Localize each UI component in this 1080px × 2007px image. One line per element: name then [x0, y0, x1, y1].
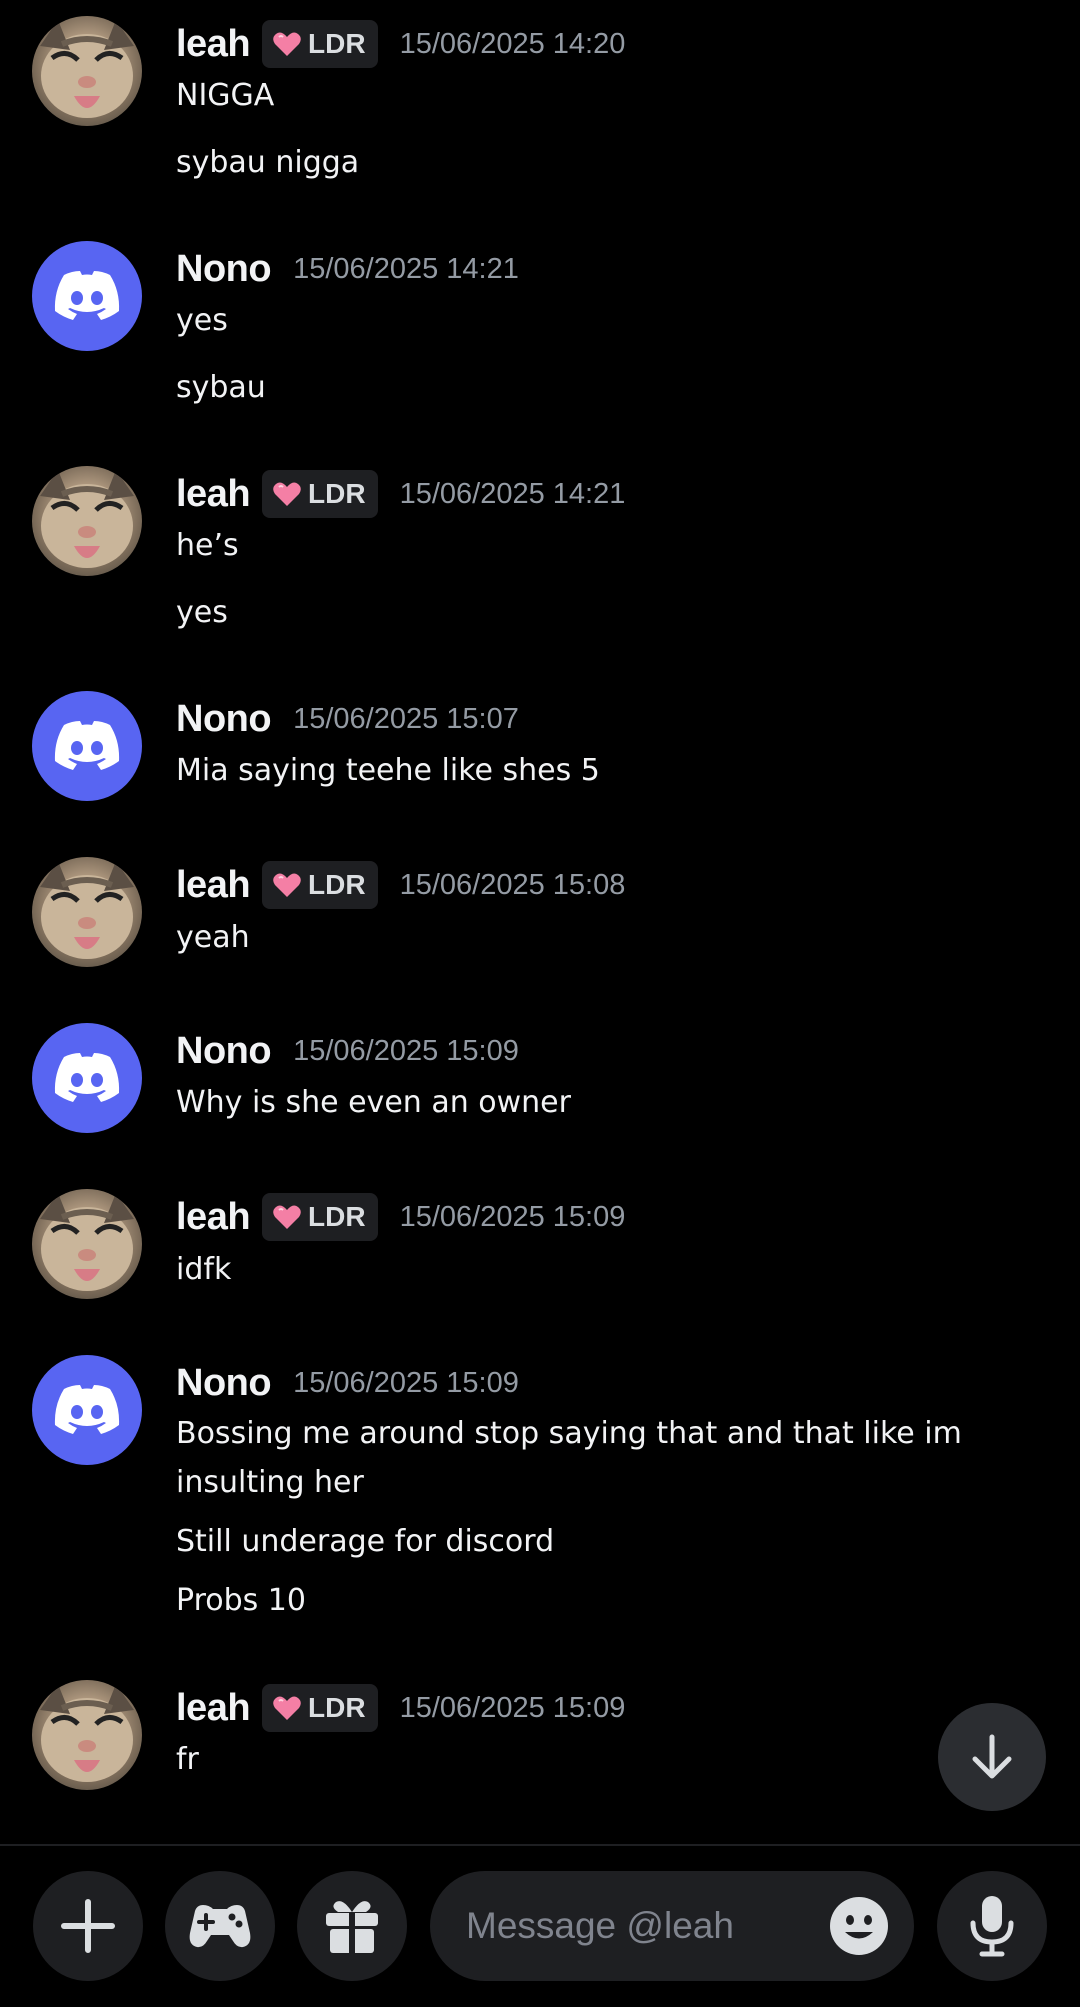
- avatar[interactable]: [32, 1189, 142, 1299]
- guild-tag-label: LDR: [308, 1692, 366, 1723]
- avatar[interactable]: [32, 691, 142, 801]
- avatar[interactable]: [32, 466, 142, 576]
- message-text: Still underage for discord: [176, 1524, 555, 1559]
- author-name[interactable]: Nono: [176, 1362, 272, 1405]
- message-text: Bossing me around stop saying that and t…: [176, 1416, 962, 1451]
- emoji-icon[interactable]: [830, 1897, 888, 1955]
- heart-icon: [273, 1205, 301, 1229]
- message-timestamp: 15/06/2025 15:09: [293, 1366, 519, 1399]
- author-name[interactable]: leah: [176, 23, 251, 66]
- cat-avatar-image: [40, 470, 134, 568]
- avatar[interactable]: [32, 857, 142, 967]
- arrow-down-icon: [972, 1734, 1012, 1779]
- author-name[interactable]: Nono: [176, 698, 272, 741]
- plus-icon: [61, 1899, 115, 1953]
- guild-tag-badge[interactable]: LDR: [262, 20, 378, 68]
- author-name[interactable]: leah: [176, 1687, 251, 1730]
- guild-tag-badge[interactable]: LDR: [262, 861, 378, 909]
- guild-tag-label: LDR: [308, 28, 366, 59]
- message-text: fr: [176, 1742, 199, 1777]
- jump-to-present-button[interactable]: [938, 1703, 1046, 1811]
- heart-icon: [273, 482, 301, 506]
- message-timestamp: 15/06/2025 15:09: [399, 1200, 626, 1233]
- heart-icon: [273, 873, 301, 897]
- cat-avatar-image: [40, 20, 134, 118]
- author-name[interactable]: leah: [176, 864, 251, 907]
- discord-logo-icon: [54, 1053, 120, 1102]
- guild-tag-label: LDR: [308, 869, 366, 900]
- avatar[interactable]: [32, 241, 142, 351]
- discord-logo-icon: [54, 271, 120, 320]
- cat-avatar-image: [40, 1684, 134, 1782]
- gift-icon: [326, 1901, 378, 1953]
- gamepad-icon: [189, 1905, 251, 1948]
- author-name[interactable]: Nono: [176, 1030, 272, 1073]
- message-header: leah LDR 15/06/2025 14:20: [176, 19, 625, 69]
- avatar[interactable]: [32, 1023, 142, 1133]
- message-header: leah LDR 15/06/2025 15:09: [176, 1192, 625, 1242]
- message-text: sybau: [176, 370, 266, 405]
- guild-tag-label: LDR: [308, 1201, 366, 1232]
- add-attachment-button[interactable]: [33, 1871, 143, 1981]
- discord-logo-icon: [54, 721, 120, 770]
- message-text: Why is she even an owner: [176, 1085, 571, 1120]
- message-header: Nono 15/06/2025 14:21: [176, 244, 519, 294]
- message-timestamp: 15/06/2025 15:09: [399, 1691, 626, 1724]
- message-text: insulting her: [176, 1465, 364, 1500]
- message-timestamp: 15/06/2025 15:09: [293, 1034, 519, 1067]
- message-timestamp: 15/06/2025 14:21: [293, 252, 519, 285]
- author-name[interactable]: leah: [176, 1196, 251, 1239]
- avatar[interactable]: [32, 16, 142, 126]
- cat-avatar-image: [40, 861, 134, 959]
- message-header: Nono 15/06/2025 15:07: [176, 694, 519, 744]
- avatar[interactable]: [32, 1355, 142, 1465]
- author-name[interactable]: Nono: [176, 248, 272, 291]
- gift-button[interactable]: [297, 1871, 407, 1981]
- message-header: leah LDR 15/06/2025 15:08: [176, 860, 625, 910]
- heart-icon: [273, 1696, 301, 1720]
- message-header: leah LDR 15/06/2025 15:09: [176, 1683, 625, 1733]
- message-text: he’s: [176, 528, 239, 563]
- discord-logo-icon: [54, 1385, 120, 1434]
- activities-button[interactable]: [165, 1871, 275, 1981]
- message-text: Probs 10: [176, 1583, 306, 1618]
- message-list[interactable]: leah LDR 15/06/2025 14:20 NIGGA sybau ni…: [0, 0, 1080, 1842]
- message-text: yes: [176, 303, 228, 338]
- guild-tag-badge[interactable]: LDR: [262, 1193, 378, 1241]
- microphone-icon: [970, 1896, 1014, 1957]
- message-timestamp: 15/06/2025 14:20: [399, 27, 626, 60]
- message-header: leah LDR 15/06/2025 14:21: [176, 469, 625, 519]
- message-header: Nono 15/06/2025 15:09: [176, 1026, 519, 1076]
- guild-tag-badge[interactable]: LDR: [262, 470, 378, 518]
- message-header: Nono 15/06/2025 15:09: [176, 1358, 519, 1408]
- message-timestamp: 15/06/2025 15:08: [399, 868, 626, 901]
- message-text: idfk: [176, 1252, 232, 1287]
- message-text: sybau nigga: [176, 145, 360, 180]
- guild-tag-label: LDR: [308, 478, 366, 509]
- avatar[interactable]: [32, 1680, 142, 1790]
- message-text: NIGGA: [176, 78, 275, 113]
- voice-message-button[interactable]: [937, 1871, 1047, 1981]
- message-text: Mia saying teehe like shes 5: [176, 753, 600, 788]
- guild-tag-badge[interactable]: LDR: [262, 1684, 378, 1732]
- message-text: yes: [176, 595, 228, 630]
- message-input-placeholder: Message @leah: [466, 1905, 734, 1946]
- message-text: yeah: [176, 920, 250, 955]
- heart-icon: [273, 32, 301, 56]
- author-name[interactable]: leah: [176, 473, 251, 516]
- cat-avatar-image: [40, 1193, 134, 1291]
- message-timestamp: 15/06/2025 15:07: [293, 702, 519, 735]
- message-input[interactable]: Message @leah: [430, 1871, 914, 1981]
- message-timestamp: 15/06/2025 14:21: [399, 477, 626, 510]
